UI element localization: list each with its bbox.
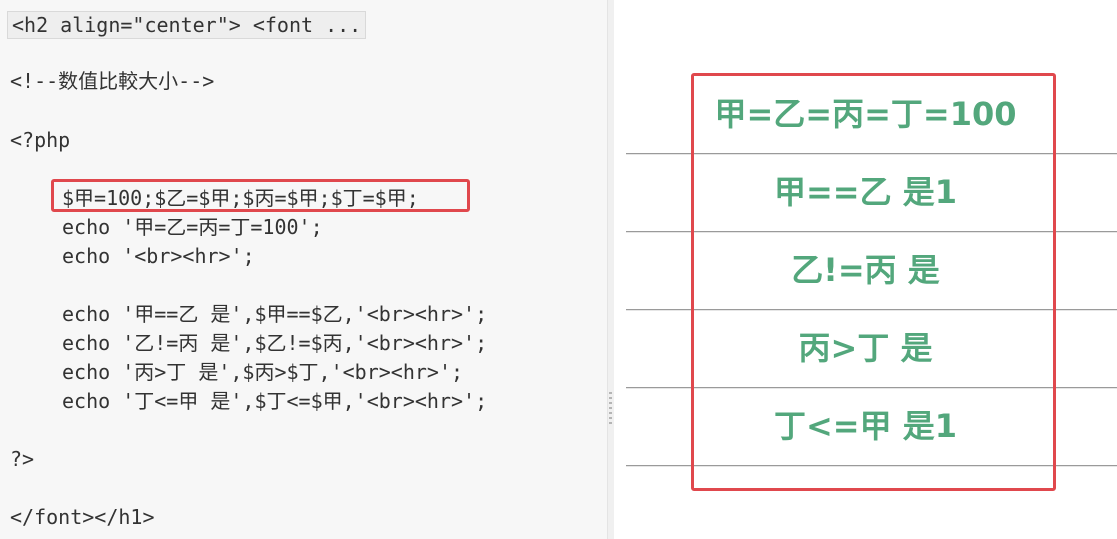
output-highlight-box: [691, 73, 1056, 491]
code-line-echo-title: echo '甲=乙=丙=丁=100';: [62, 215, 323, 239]
assignment-highlight-box: [51, 179, 470, 212]
code-line-echo-compare-2: echo '乙!=丙 是',$乙!=$丙,'<br><hr>';: [62, 331, 488, 355]
splitter-grip[interactable]: [609, 412, 612, 414]
splitter-grip[interactable]: [609, 402, 612, 404]
splitter-grip[interactable]: [609, 417, 612, 419]
code-line-echo-compare-1: echo '甲==乙 是',$甲==$乙,'<br><hr>';: [62, 302, 488, 326]
code-line-echo-separator: echo '<br><hr>';: [62, 244, 255, 268]
code-line-comment: <!--数值比較大小-->: [10, 69, 215, 93]
splitter-grip[interactable]: [609, 392, 612, 394]
splitter-grip[interactable]: [609, 397, 612, 399]
code-line-php-close: ?>: [10, 447, 35, 471]
code-line-php-open: <?php: [10, 128, 71, 152]
code-editor[interactable]: <h2 align="center"> <font ... <!--数值比較大小…: [0, 0, 607, 539]
code-line-echo-compare-3: echo '丙>丁 是',$丙>$丁,'<br><hr>';: [62, 360, 464, 384]
collapsed-fold[interactable]: <h2 align="center"> <font ...: [7, 11, 367, 39]
browser-preview: 甲=乙=丙=丁=100 甲==乙 是1 乙!=丙 是 丙>丁 是 丁<=甲 是1: [614, 0, 1117, 539]
splitter-grip[interactable]: [609, 407, 612, 409]
code-line-closing-tags: </font></h1>: [10, 505, 155, 529]
split-view: <h2 align="center"> <font ... <!--数值比較大小…: [0, 0, 1117, 539]
splitter-grip[interactable]: [609, 422, 612, 424]
code-line-echo-compare-4: echo '丁<=甲 是',$丁<=$甲,'<br><hr>';: [62, 389, 488, 413]
